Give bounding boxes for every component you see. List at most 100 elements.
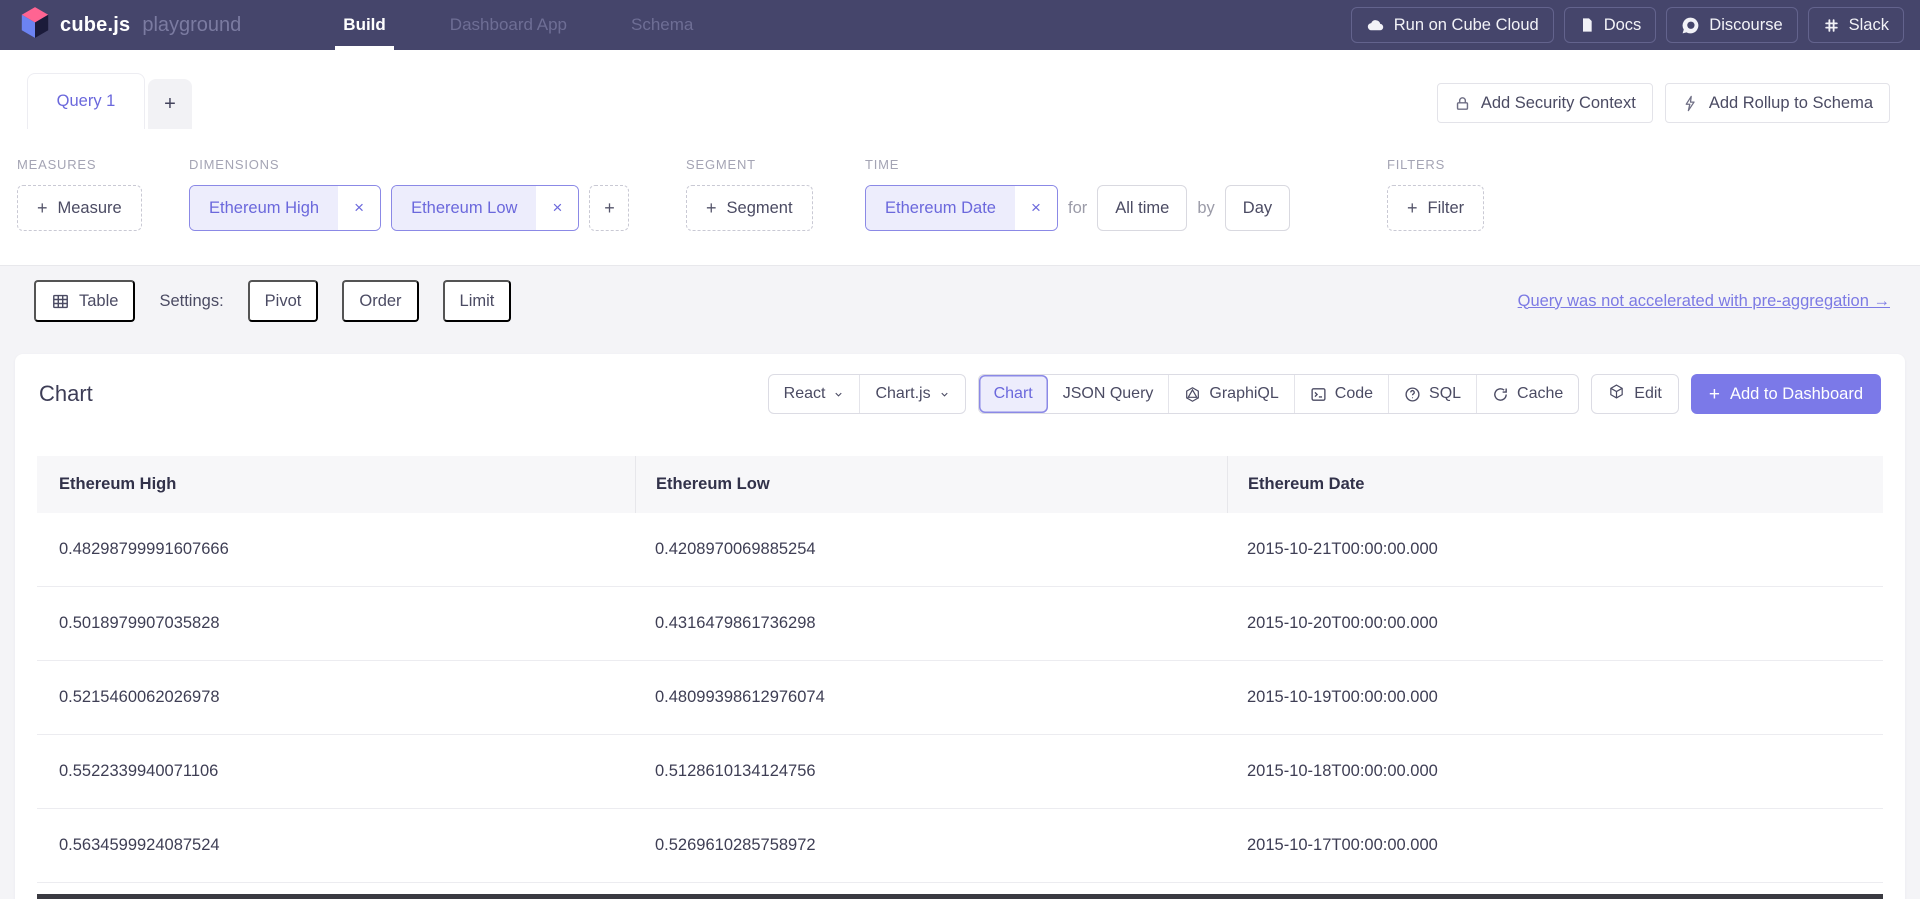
cell-ethereum-high: 0.5018979907035828 xyxy=(37,614,635,633)
cell-ethereum-date: 2015-10-17T00:00:00.000 xyxy=(1227,836,1883,855)
view-tab-cache[interactable]: Cache xyxy=(1476,375,1578,413)
add-dimension-button[interactable]: + xyxy=(589,185,629,231)
tab-query-1[interactable]: Query 1 xyxy=(27,73,145,129)
add-security-context-label: Add Security Context xyxy=(1481,94,1636,113)
navbar-actions: Run on Cube Cloud Docs Discourse xyxy=(1351,0,1904,50)
framework-dropdown[interactable]: React xyxy=(769,375,860,413)
cell-ethereum-low: 0.5269610285758972 xyxy=(635,836,1227,855)
nav-item-build[interactable]: Build xyxy=(337,0,392,50)
bolt-icon xyxy=(1682,95,1699,112)
cube-icon xyxy=(1608,383,1625,405)
measures-label: MEASURES xyxy=(17,157,142,172)
query-tabs: Query 1 + xyxy=(27,73,192,129)
time-group: TIME Ethereum Date × for All time by Day xyxy=(865,157,1290,231)
plus-icon: + xyxy=(1709,385,1720,404)
add-segment-label: Segment xyxy=(727,199,793,218)
view-tab-code[interactable]: Code xyxy=(1294,375,1388,413)
dimension-pill-ethereum-low[interactable]: Ethereum Low × xyxy=(391,185,579,231)
filters-group: FILTERS + Filter xyxy=(1387,157,1484,231)
add-to-dashboard-label: Add to Dashboard xyxy=(1730,385,1863,404)
view-chart-label: Chart xyxy=(994,385,1033,403)
run-on-cube-cloud-button[interactable]: Run on Cube Cloud xyxy=(1351,7,1554,43)
table-row: 0.5522339940071106 0.5128610134124756 20… xyxy=(37,735,1883,809)
library-dropdown[interactable]: Chart.js xyxy=(859,375,964,413)
add-filter-button[interactable]: + Filter xyxy=(1387,185,1484,231)
chevron-down-icon xyxy=(833,389,844,400)
discourse-label: Discourse xyxy=(1709,16,1782,35)
framework-library-select: React Chart.js xyxy=(768,374,966,414)
segment-group: SEGMENT + Segment xyxy=(686,157,813,231)
nav-item-schema[interactable]: Schema xyxy=(625,0,699,50)
add-rollup-to-schema-button[interactable]: Add Rollup to Schema xyxy=(1665,83,1890,123)
table-header-row: Ethereum High Ethereum Low Ethereum Date xyxy=(37,456,1883,513)
cell-ethereum-low: 0.4208970069885254 xyxy=(635,540,1227,559)
cell-ethereum-high: 0.5215460062026978 xyxy=(37,688,635,707)
slack-button[interactable]: Slack xyxy=(1808,7,1904,43)
table-view-label: Table xyxy=(79,292,118,311)
query-builder: MEASURES + Measure DIMENSIONS Ethereum H… xyxy=(0,129,1920,265)
view-tab-sql[interactable]: SQL xyxy=(1388,375,1476,413)
pill-label: Ethereum Date xyxy=(866,186,1015,230)
graphql-icon xyxy=(1184,386,1201,403)
dimensions-label: DIMENSIONS xyxy=(189,157,629,172)
nav-item-dashboard-app[interactable]: Dashboard App xyxy=(444,0,573,50)
close-icon[interactable]: × xyxy=(536,186,578,230)
granularity-button[interactable]: Day xyxy=(1225,185,1290,231)
edit-label: Edit xyxy=(1634,385,1662,403)
brand-suffix: playground xyxy=(142,14,241,37)
view-tab-chart[interactable]: Chart xyxy=(979,375,1048,413)
docs-label: Docs xyxy=(1604,16,1642,35)
add-query-tab-button[interactable]: + xyxy=(148,79,192,129)
add-segment-button[interactable]: + Segment xyxy=(686,185,813,231)
refresh-icon xyxy=(1492,386,1509,403)
add-measure-button[interactable]: + Measure xyxy=(17,185,142,231)
close-icon[interactable]: × xyxy=(1015,186,1057,230)
pivot-button[interactable]: Pivot xyxy=(248,280,319,322)
order-button[interactable]: Order xyxy=(342,280,418,322)
question-icon xyxy=(1404,386,1421,403)
view-json-query-label: JSON Query xyxy=(1063,385,1154,403)
dimensions-group: DIMENSIONS Ethereum High × Ethereum Low … xyxy=(189,157,629,231)
table-row: 0.5634599924087524 0.5269610285758972 20… xyxy=(37,809,1883,883)
query-tabs-row: Query 1 + Add Security Context Add Rollu… xyxy=(0,50,1920,129)
discourse-button[interactable]: Discourse xyxy=(1666,7,1797,43)
code-icon xyxy=(1310,386,1327,403)
view-switcher: Chart JSON Query GraphiQL xyxy=(978,374,1580,414)
plus-icon: + xyxy=(37,199,48,217)
framework-label: React xyxy=(784,385,826,403)
limit-button[interactable]: Limit xyxy=(443,280,512,322)
slack-label: Slack xyxy=(1849,16,1889,35)
close-icon[interactable]: × xyxy=(338,186,380,230)
add-filter-label: Filter xyxy=(1428,199,1465,218)
for-label: for xyxy=(1068,199,1087,218)
cell-ethereum-date: 2015-10-21T00:00:00.000 xyxy=(1227,540,1883,559)
view-tab-graphiql[interactable]: GraphiQL xyxy=(1168,375,1293,413)
brand: cube.js playground xyxy=(20,0,241,50)
column-header-ethereum-high: Ethereum High xyxy=(37,456,635,513)
view-code-label: Code xyxy=(1335,385,1373,403)
view-tab-json-query[interactable]: JSON Query xyxy=(1048,375,1169,413)
date-range-button[interactable]: All time xyxy=(1097,185,1187,231)
table-grid-icon xyxy=(51,292,70,311)
cell-ethereum-date: 2015-10-20T00:00:00.000 xyxy=(1227,614,1883,633)
cell-ethereum-high: 0.48298799991607666 xyxy=(37,540,635,559)
chart-title: Chart xyxy=(39,374,93,414)
view-graphiql-label: GraphiQL xyxy=(1209,385,1278,403)
time-pill-ethereum-date[interactable]: Ethereum Date × xyxy=(865,185,1058,231)
cell-ethereum-high: 0.5522339940071106 xyxy=(37,762,635,781)
docs-button[interactable]: Docs xyxy=(1564,7,1657,43)
plus-icon: + xyxy=(164,93,176,116)
table-row: 0.48298799991607666 0.4208970069885254 2… xyxy=(37,513,1883,587)
edit-button[interactable]: Edit xyxy=(1591,374,1679,414)
dimension-pill-ethereum-high[interactable]: Ethereum High × xyxy=(189,185,381,231)
add-security-context-button[interactable]: Add Security Context xyxy=(1437,83,1653,123)
column-header-ethereum-date: Ethereum Date xyxy=(1227,456,1883,513)
brand-name: cube.js xyxy=(60,14,130,37)
cell-ethereum-date: 2015-10-18T00:00:00.000 xyxy=(1227,762,1883,781)
pre-aggregation-link[interactable]: Query was not accelerated with pre-aggre… xyxy=(1518,292,1890,311)
table-view-button[interactable]: Table xyxy=(34,280,135,322)
add-to-dashboard-button[interactable]: + Add to Dashboard xyxy=(1691,374,1881,414)
plus-icon: + xyxy=(1407,199,1418,217)
plus-icon: + xyxy=(706,199,717,217)
view-cache-label: Cache xyxy=(1517,385,1563,403)
